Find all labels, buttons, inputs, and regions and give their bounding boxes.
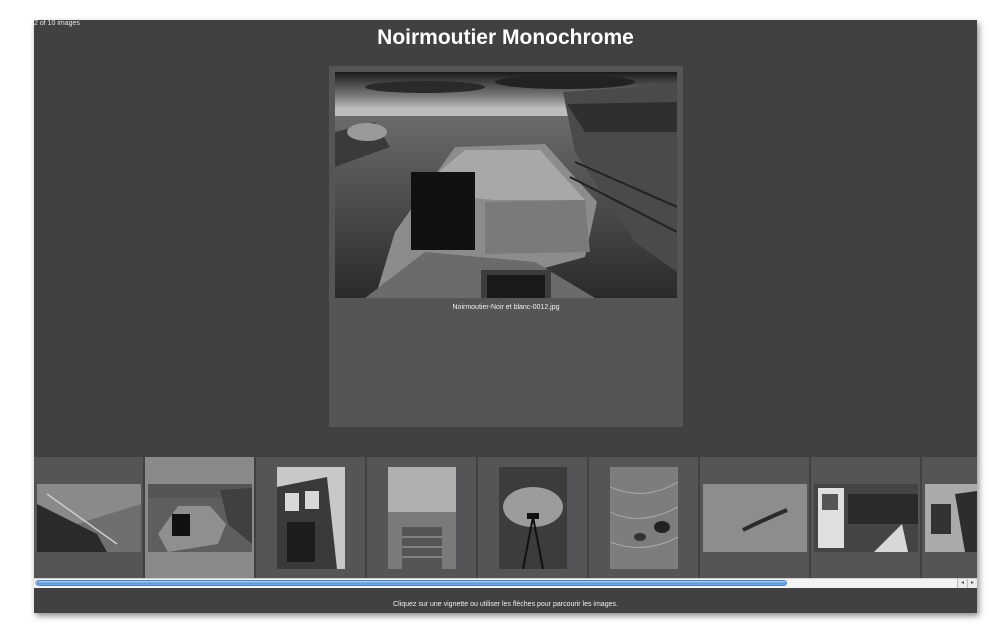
thumbnail-2[interactable] <box>145 457 254 578</box>
scroll-left-button[interactable]: ◂ <box>957 579 967 588</box>
main-image-panel: Noirmoutier-Noir et blanc-0012.jpg <box>329 66 683 427</box>
thumbnail-6[interactable] <box>589 457 698 578</box>
thumbnail-image <box>498 466 567 569</box>
thumbnail-7[interactable] <box>700 457 809 578</box>
thumbnail-image <box>609 466 678 569</box>
thumbnail-image <box>387 466 456 569</box>
thumbnail-8[interactable] <box>811 457 920 578</box>
main-photo[interactable] <box>335 72 677 298</box>
navigation-hint: Cliquez sur une vignette ou utiliser les… <box>393 601 618 608</box>
thumbnail-strip <box>34 457 977 578</box>
thumbnail-4[interactable] <box>367 457 476 578</box>
thumbnail-image <box>813 483 918 552</box>
image-filename: Noirmoutier-Noir et blanc-0012.jpg <box>452 304 560 311</box>
thumbnail-9[interactable] <box>922 457 977 578</box>
thumbnail-3[interactable] <box>256 457 365 578</box>
scrollbar-thumb[interactable] <box>37 580 787 586</box>
page-title: Noirmoutier Monochrome <box>377 26 634 49</box>
thumbnail-image <box>147 483 252 552</box>
thumbnail-image <box>36 483 141 552</box>
gallery-window: 2 of 10 images Noirmoutier Monochrome No… <box>34 20 977 613</box>
thumbnail-image <box>276 466 345 569</box>
thumbnail-scrollbar[interactable]: ◂ ▸ <box>34 578 977 588</box>
thumbnail-5[interactable] <box>478 457 587 578</box>
thumbnail-image <box>702 483 807 552</box>
thumbnail-image <box>924 483 977 552</box>
scroll-right-button[interactable]: ▸ <box>967 579 977 588</box>
thumbnail-1[interactable] <box>34 457 143 578</box>
